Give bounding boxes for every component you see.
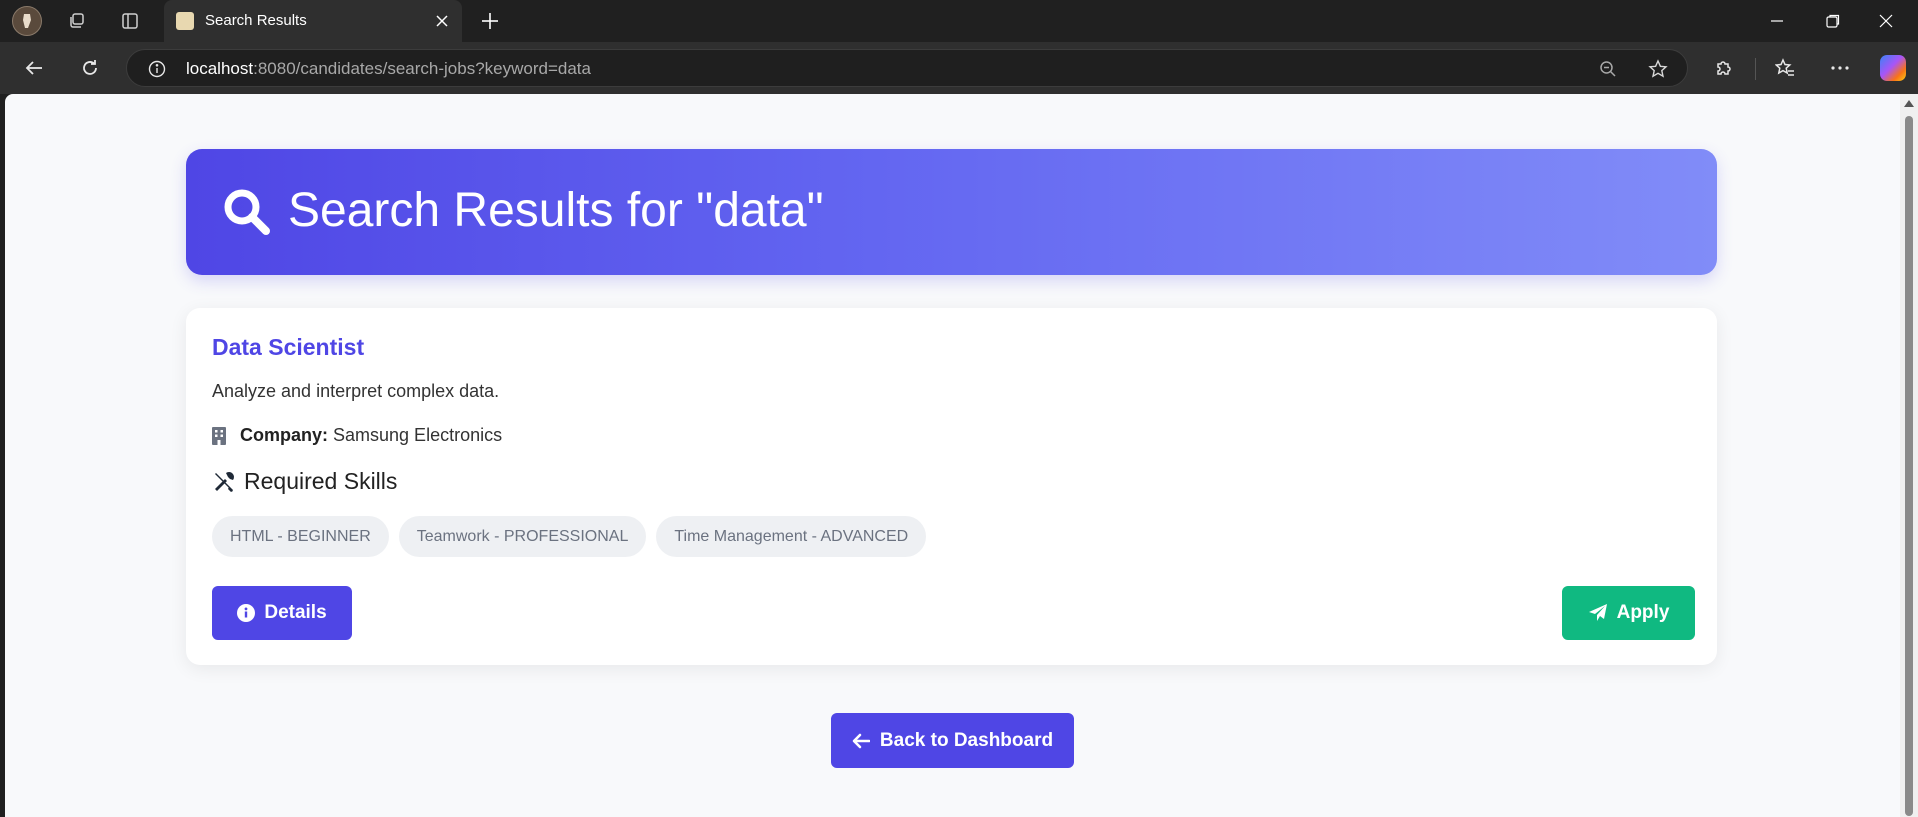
- site-info-icon[interactable]: [147, 59, 167, 79]
- browser-tab-bar: Search Results: [0, 0, 1918, 42]
- tools-icon: [215, 471, 234, 492]
- address-bar[interactable]: localhost:8080/candidates/search-jobs?ke…: [126, 49, 1688, 87]
- browser-nav-bar: localhost:8080/candidates/search-jobs?ke…: [0, 42, 1918, 94]
- company-name: Samsung Electronics: [333, 425, 503, 445]
- scroll-thumb[interactable]: [1905, 116, 1913, 816]
- skill-badge: Teamwork - PROFESSIONAL: [398, 516, 647, 557]
- page-viewport: Search Results for "data" Data Scientist…: [5, 94, 1900, 817]
- job-card: Data Scientist Analyze and interpret com…: [186, 308, 1717, 665]
- url-text[interactable]: localhost:8080/candidates/search-jobs?ke…: [186, 59, 591, 79]
- tab-title: Search Results: [205, 12, 307, 29]
- skills-heading-row: Required Skills: [212, 468, 397, 495]
- skills-list: HTML - BEGINNER Teamwork - PROFESSIONAL …: [212, 516, 927, 557]
- url-host: localhost: [186, 59, 254, 78]
- tab-favicon-icon: [176, 12, 194, 30]
- search-icon: [224, 189, 270, 235]
- vertical-tabs-icon[interactable]: [117, 8, 143, 34]
- back-arrow-icon[interactable]: [20, 54, 48, 82]
- url-path: :8080/candidates/search-jobs?keyword=dat…: [253, 59, 591, 78]
- page-scrollbar[interactable]: [1900, 94, 1918, 817]
- job-description: Analyze and interpret complex data.: [212, 381, 500, 401]
- back-to-dashboard-label: Back to Dashboard: [879, 729, 1054, 751]
- new-tab-plus-icon[interactable]: [478, 9, 502, 33]
- favorites-list-icon[interactable]: [1771, 54, 1799, 82]
- company-row: Company: Samsung Electronics: [212, 425, 502, 446]
- toolbar-divider: [1755, 58, 1756, 80]
- copilot-icon[interactable]: [1880, 55, 1906, 81]
- skill-badge: HTML - BEGINNER: [212, 516, 389, 557]
- apply-button-label: Apply: [1616, 602, 1670, 623]
- search-results-header: Search Results for "data": [186, 149, 1717, 275]
- tab-search-results[interactable]: Search Results: [164, 0, 462, 42]
- details-button-label: Details: [264, 602, 327, 623]
- refresh-icon[interactable]: [76, 54, 104, 82]
- zoom-out-icon[interactable]: [1597, 58, 1619, 80]
- more-menu-icon[interactable]: [1826, 54, 1854, 82]
- tab-close-icon[interactable]: [432, 11, 452, 31]
- company-label: Company:: [240, 425, 329, 445]
- apply-button[interactable]: Apply: [1562, 586, 1695, 640]
- paper-plane-icon: [1588, 604, 1607, 621]
- building-icon: [212, 426, 226, 445]
- close-window-icon[interactable]: [1866, 6, 1906, 36]
- profile-avatar-icon[interactable]: [12, 6, 42, 36]
- scroll-up-icon[interactable]: [1904, 100, 1914, 107]
- job-title: Data Scientist: [212, 334, 365, 360]
- extensions-icon[interactable]: [1710, 54, 1738, 82]
- workspaces-icon[interactable]: [64, 8, 90, 34]
- restore-icon[interactable]: [1813, 6, 1853, 36]
- skills-heading: Required Skills: [244, 468, 398, 494]
- details-button[interactable]: Details: [212, 586, 352, 640]
- arrow-left-icon: [852, 733, 870, 748]
- back-to-dashboard-button[interactable]: Back to Dashboard: [831, 713, 1074, 768]
- favorite-star-icon[interactable]: [1647, 58, 1669, 80]
- skill-badge: Time Management - ADVANCED: [656, 516, 927, 557]
- info-circle-icon: [237, 604, 256, 622]
- page-title: Search Results for "data": [288, 184, 824, 237]
- minimize-icon[interactable]: [1757, 6, 1797, 36]
